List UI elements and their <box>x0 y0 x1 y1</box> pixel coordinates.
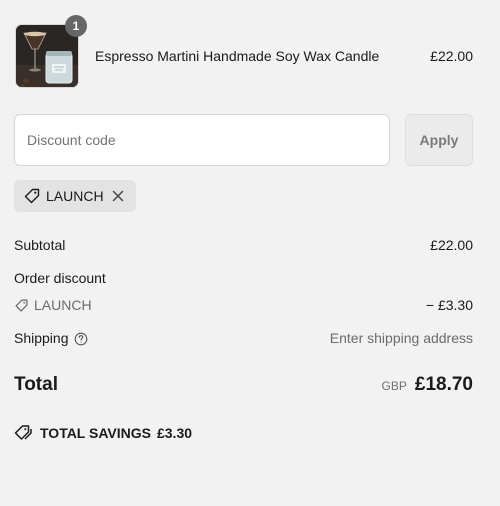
applied-discount-code: LAUNCH <box>46 188 104 204</box>
discount-value: − £3.30 <box>425 297 473 313</box>
product-name: Espresso Martini Handmade Soy Wax Candle <box>95 48 380 64</box>
applied-discount-tag: LAUNCH <box>14 180 136 212</box>
product-line-item: 1 Espresso Martini Handmade Soy Wax Cand… <box>14 15 473 88</box>
close-icon[interactable] <box>109 187 127 205</box>
discount-code-label: LAUNCH <box>34 297 92 313</box>
order-discount-label: Order discount <box>14 270 106 286</box>
savings-tag-icon <box>14 424 34 442</box>
currency-code: GBP <box>381 379 407 393</box>
help-circle-icon[interactable] <box>74 332 88 346</box>
total-row: Total GBP £18.70 <box>14 374 473 396</box>
total-label: Total <box>14 374 58 395</box>
shipping-row: Shipping Enter shipping address <box>14 330 473 346</box>
shipping-value: Enter shipping address <box>329 330 473 347</box>
tag-icon <box>23 187 41 205</box>
shipping-label: Shipping <box>14 330 69 346</box>
savings-label: TOTAL SAVINGS <box>40 425 151 441</box>
discount-code-input[interactable] <box>14 114 390 166</box>
savings-value: £3.30 <box>156 425 193 441</box>
subtotal-value: £22.00 <box>430 237 473 253</box>
apply-discount-button[interactable]: Apply <box>405 114 473 166</box>
product-price: £22.00 <box>430 48 473 64</box>
subtotal-label: Subtotal <box>14 237 66 253</box>
tag-icon <box>14 298 29 313</box>
order-discount-row: Order discount <box>14 270 473 286</box>
subtotal-row: Subtotal £22.00 <box>14 237 473 253</box>
total-savings: TOTAL SAVINGS £3.30 <box>14 424 192 442</box>
quantity-badge: 1 <box>65 15 87 37</box>
discount-code-row: LAUNCH − £3.30 <box>14 297 473 313</box>
total-value: £18.70 <box>414 374 473 395</box>
